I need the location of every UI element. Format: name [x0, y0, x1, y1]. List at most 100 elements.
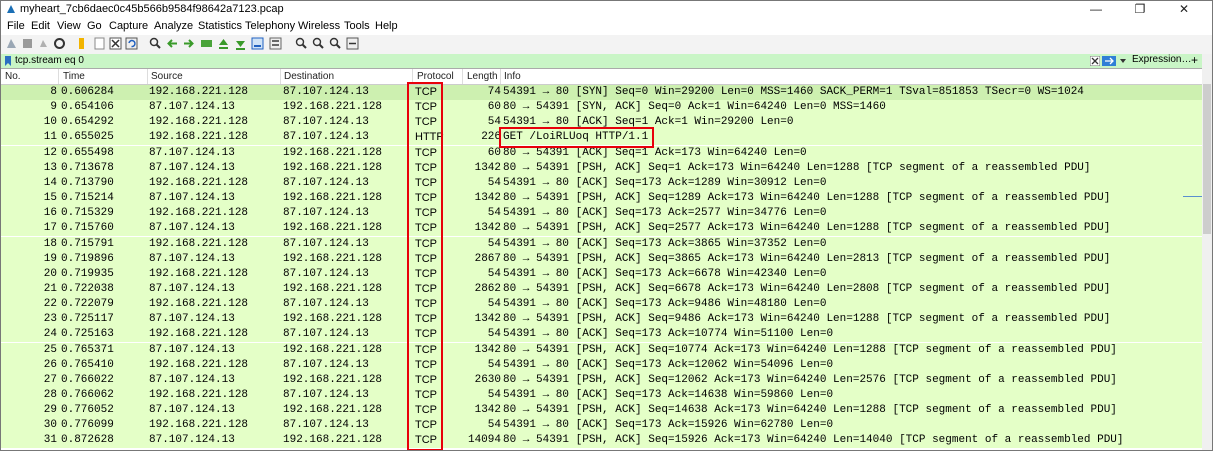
- column-source[interactable]: Source: [151, 71, 183, 82]
- packet-destination: 192.168.221.128: [283, 373, 383, 386]
- menu-view[interactable]: View: [57, 20, 81, 32]
- packet-row[interactable]: 31 0.872628 87.107.124.13 192.168.221.128 TC…: [1, 433, 1202, 449]
- packet-length: 54: [487, 358, 501, 371]
- column-destination[interactable]: Destination: [284, 71, 334, 82]
- stop-icon[interactable]: [21, 37, 34, 50]
- packet-time: 0.725117: [61, 313, 114, 326]
- menu-edit[interactable]: Edit: [31, 20, 50, 32]
- packet-no: 12: [43, 146, 57, 159]
- packet-time: 0.766022: [61, 373, 114, 386]
- close-window-button[interactable]: ✕: [1162, 1, 1206, 18]
- filter-dropdown-icon[interactable]: [1119, 57, 1127, 65]
- packet-info: 80 → 54391 [PSH, ACK] Seq=1289 Ack=173 W…: [503, 192, 1111, 205]
- packet-row[interactable]: 30 0.776099 192.168.221.128 87.107.124.13 TC…: [1, 418, 1202, 434]
- last-icon[interactable]: [234, 37, 247, 50]
- scrollbar-thumb[interactable]: [1203, 84, 1211, 234]
- packet-row[interactable]: 27 0.766022 87.107.124.13 192.168.221.128 TC…: [1, 372, 1202, 388]
- menu-analyze[interactable]: Analyze: [154, 20, 193, 32]
- packet-time: 0.765410: [61, 358, 114, 371]
- column-time[interactable]: Time: [63, 71, 85, 82]
- restart-icon[interactable]: [37, 37, 50, 50]
- apply-filter-icon[interactable]: [1102, 56, 1116, 66]
- packet-no: 25: [43, 343, 57, 356]
- packet-row[interactable]: 15 0.715214 87.107.124.13 192.168.221.128 TC…: [1, 191, 1202, 207]
- packet-row[interactable]: 28 0.766062 192.168.221.128 87.107.124.13 TC…: [1, 388, 1202, 403]
- reload-icon[interactable]: [125, 37, 138, 50]
- filter-input[interactable]: tcp.stream eq 0: [15, 55, 84, 66]
- column-divider[interactable]: [500, 69, 501, 84]
- packet-row[interactable]: 24 0.725163 192.168.221.128 87.107.124.13 TC…: [1, 327, 1202, 343]
- first-icon[interactable]: [217, 37, 230, 50]
- menu-capture[interactable]: Capture: [109, 20, 148, 32]
- packet-destination: 192.168.221.128: [283, 192, 383, 205]
- resize-columns-icon[interactable]: [346, 37, 359, 50]
- menu-telephony[interactable]: Telephony: [245, 20, 295, 32]
- packet-length: 60: [487, 101, 501, 114]
- autoscroll-icon[interactable]: [251, 37, 264, 50]
- column-divider[interactable]: [58, 69, 59, 84]
- goto-icon[interactable]: [200, 37, 213, 50]
- packet-no: 29: [43, 404, 57, 417]
- minimize-button[interactable]: —: [1074, 1, 1118, 18]
- packet-row[interactable]: 16 0.715329 192.168.221.128 87.107.124.13 TC…: [1, 206, 1202, 222]
- menu-statistics[interactable]: Statistics: [198, 20, 242, 32]
- column-length[interactable]: Length: [467, 71, 498, 82]
- zoom-in-icon[interactable]: [295, 37, 308, 50]
- options-icon[interactable]: [53, 37, 66, 50]
- packet-row[interactable]: 22 0.722079 192.168.221.128 87.107.124.13 TC…: [1, 297, 1202, 313]
- column-protocol[interactable]: Protocol: [417, 71, 454, 82]
- packet-row[interactable]: 20 0.719935 192.168.221.128 87.107.124.13 TC…: [1, 266, 1202, 282]
- open-icon[interactable]: [75, 37, 88, 50]
- column-info[interactable]: Info: [504, 71, 521, 82]
- packet-row[interactable]: 9 0.654106 87.107.124.13 192.168.221.128 TCP…: [1, 100, 1202, 116]
- packet-no: 8: [50, 86, 57, 98]
- bookmark-icon[interactable]: [4, 56, 12, 66]
- packet-row[interactable]: 21 0.722038 87.107.124.13 192.168.221.128 TC…: [1, 281, 1202, 297]
- shark-fin-start-icon[interactable]: [5, 37, 18, 50]
- packet-row[interactable]: 8 0.606284 192.168.221.128 87.107.124.13 TCP…: [1, 85, 1202, 100]
- packet-destination: 192.168.221.128: [283, 434, 383, 447]
- menu-bar: File Edit View Go Capture Analyze Statis…: [1, 18, 1212, 35]
- menu-file[interactable]: File: [7, 20, 25, 32]
- packet-destination: 192.168.221.128: [283, 222, 383, 235]
- packet-row[interactable]: 19 0.719896 87.107.124.13 192.168.221.128 TC…: [1, 251, 1202, 267]
- column-no[interactable]: No.: [5, 71, 21, 82]
- column-divider[interactable]: [462, 69, 463, 84]
- forward-icon[interactable]: [182, 37, 195, 50]
- close-file-icon[interactable]: [109, 37, 122, 50]
- menu-tools[interactable]: Tools: [344, 20, 370, 32]
- back-icon[interactable]: [166, 37, 179, 50]
- colorize-icon[interactable]: [269, 37, 282, 50]
- packet-row[interactable]: 29 0.776052 87.107.124.13 192.168.221.128 TC…: [1, 403, 1202, 419]
- add-filter-button-icon[interactable]: +: [1191, 53, 1198, 67]
- packet-row[interactable]: 14 0.713790 192.168.221.128 87.107.124.13 TC…: [1, 175, 1202, 191]
- packet-row[interactable]: 23 0.725117 87.107.124.13 192.168.221.128 TC…: [1, 312, 1202, 328]
- packet-source: 192.168.221.128: [149, 207, 249, 220]
- packet-source: 87.107.124.13: [149, 252, 235, 265]
- packet-source: 192.168.221.128: [149, 176, 249, 189]
- packet-row[interactable]: 13 0.713678 87.107.124.13 192.168.221.128 TC…: [1, 160, 1202, 176]
- packet-no: 13: [43, 161, 57, 174]
- maximize-button[interactable]: ❐: [1118, 1, 1162, 18]
- column-divider[interactable]: [280, 69, 281, 84]
- vertical-scrollbar[interactable]: [1202, 54, 1212, 450]
- packet-row[interactable]: 17 0.715760 87.107.124.13 192.168.221.128 TC…: [1, 221, 1202, 237]
- scroll-marker: [1183, 196, 1202, 197]
- menu-go[interactable]: Go: [87, 20, 102, 32]
- column-divider[interactable]: [147, 69, 148, 84]
- packet-length: 54: [487, 298, 501, 311]
- packet-row[interactable]: 25 0.765371 87.107.124.13 192.168.221.128 TC…: [1, 342, 1202, 358]
- zoom-normal-icon[interactable]: [329, 37, 342, 50]
- packet-row[interactable]: 18 0.715791 192.168.221.128 87.107.124.13 TC…: [1, 236, 1202, 252]
- expression-button[interactable]: Expression…: [1132, 54, 1191, 65]
- packet-length: 54: [487, 328, 501, 341]
- menu-wireless[interactable]: Wireless: [298, 20, 340, 32]
- file-icon[interactable]: [93, 37, 106, 50]
- packet-row[interactable]: 26 0.765410 192.168.221.128 87.107.124.13 TC…: [1, 357, 1202, 373]
- zoom-out-icon[interactable]: [312, 37, 325, 50]
- clear-filter-icon[interactable]: [1090, 56, 1100, 66]
- packet-source: 87.107.124.13: [149, 222, 235, 235]
- display-filter-bar[interactable]: tcp.stream eq 0 Expression… +: [1, 53, 1212, 69]
- menu-help[interactable]: Help: [375, 20, 398, 32]
- find-icon[interactable]: [149, 37, 162, 50]
